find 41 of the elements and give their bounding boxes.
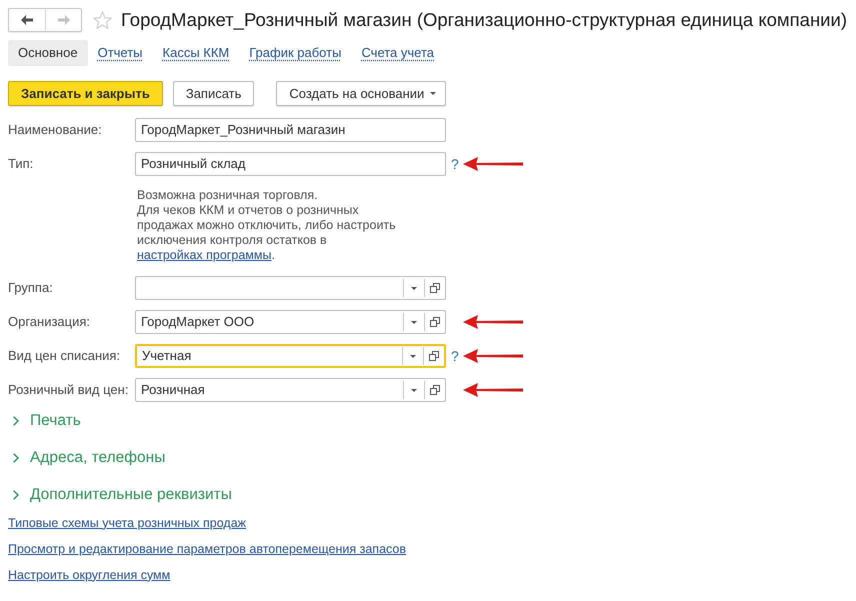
field-note: Возможна розничная торговля. Для чеков ККМ и отчетов о розничных продажах можно отключить, либо настроить исключения контроля остатков в настройках программы. xyxy=(137,188,397,263)
link[interactable]: Типовые схемы учета розничных продаж xyxy=(8,514,246,532)
text-field[interactable]: ГородМаркет_Розничный магазин xyxy=(135,118,446,142)
star-icon[interactable] xyxy=(93,10,112,30)
text-field[interactable]: Розничный склад xyxy=(135,152,446,176)
tab[interactable]: График работы xyxy=(239,40,352,66)
help-link[interactable]: ? xyxy=(451,157,459,171)
open-form-icon xyxy=(429,351,439,361)
toolbar-button[interactable]: Записать xyxy=(172,81,254,106)
tab[interactable]: Кассы ККМ xyxy=(152,40,240,66)
field-label: Наименование: xyxy=(8,121,103,140)
caret-icon xyxy=(411,286,417,290)
tab[interactable]: Счета учета xyxy=(351,40,444,66)
field-label: Организация: xyxy=(8,313,92,332)
link[interactable]: Настроить округления сумм xyxy=(8,566,170,584)
tab[interactable]: Основное xyxy=(8,40,88,66)
caret-icon xyxy=(430,92,436,95)
field-label: Розничный вид цен: xyxy=(8,381,130,400)
open-form-icon xyxy=(430,317,440,327)
toolbar-button[interactable]: Записать и закрыть xyxy=(8,81,163,106)
window-title: ГородМаркет_Розничный магазин (Организационно-структурная единица компании) xyxy=(121,8,848,32)
tab[interactable]: Отчеты xyxy=(88,40,153,66)
field-label: Вид цен списания: xyxy=(8,347,122,366)
settings-link[interactable]: настройках программы xyxy=(137,248,272,262)
select-field[interactable]: Розничная xyxy=(135,378,446,402)
link[interactable]: Просмотр и редактирование параметров автоперемещения запасов xyxy=(8,540,406,558)
help-link[interactable]: ? xyxy=(451,349,459,363)
menu-button[interactable]: Создать на основании xyxy=(276,81,446,106)
open-form-icon xyxy=(430,385,440,395)
field-label: Группа: xyxy=(8,279,54,298)
caret-icon xyxy=(410,354,416,358)
select-field[interactable]: ГородМаркет ООО xyxy=(135,310,446,334)
group-header[interactable]: Дополнительные реквизиты xyxy=(8,482,232,508)
caret-icon xyxy=(411,388,417,392)
group-header[interactable]: Печать xyxy=(8,408,81,434)
group-header[interactable]: Адреса, телефоны xyxy=(8,445,166,471)
open-form-icon xyxy=(430,283,440,293)
field-label: Тип: xyxy=(8,155,34,174)
select-field[interactable]: Учетная xyxy=(135,344,446,368)
select-field[interactable] xyxy=(135,276,446,300)
caret-icon xyxy=(411,320,417,324)
